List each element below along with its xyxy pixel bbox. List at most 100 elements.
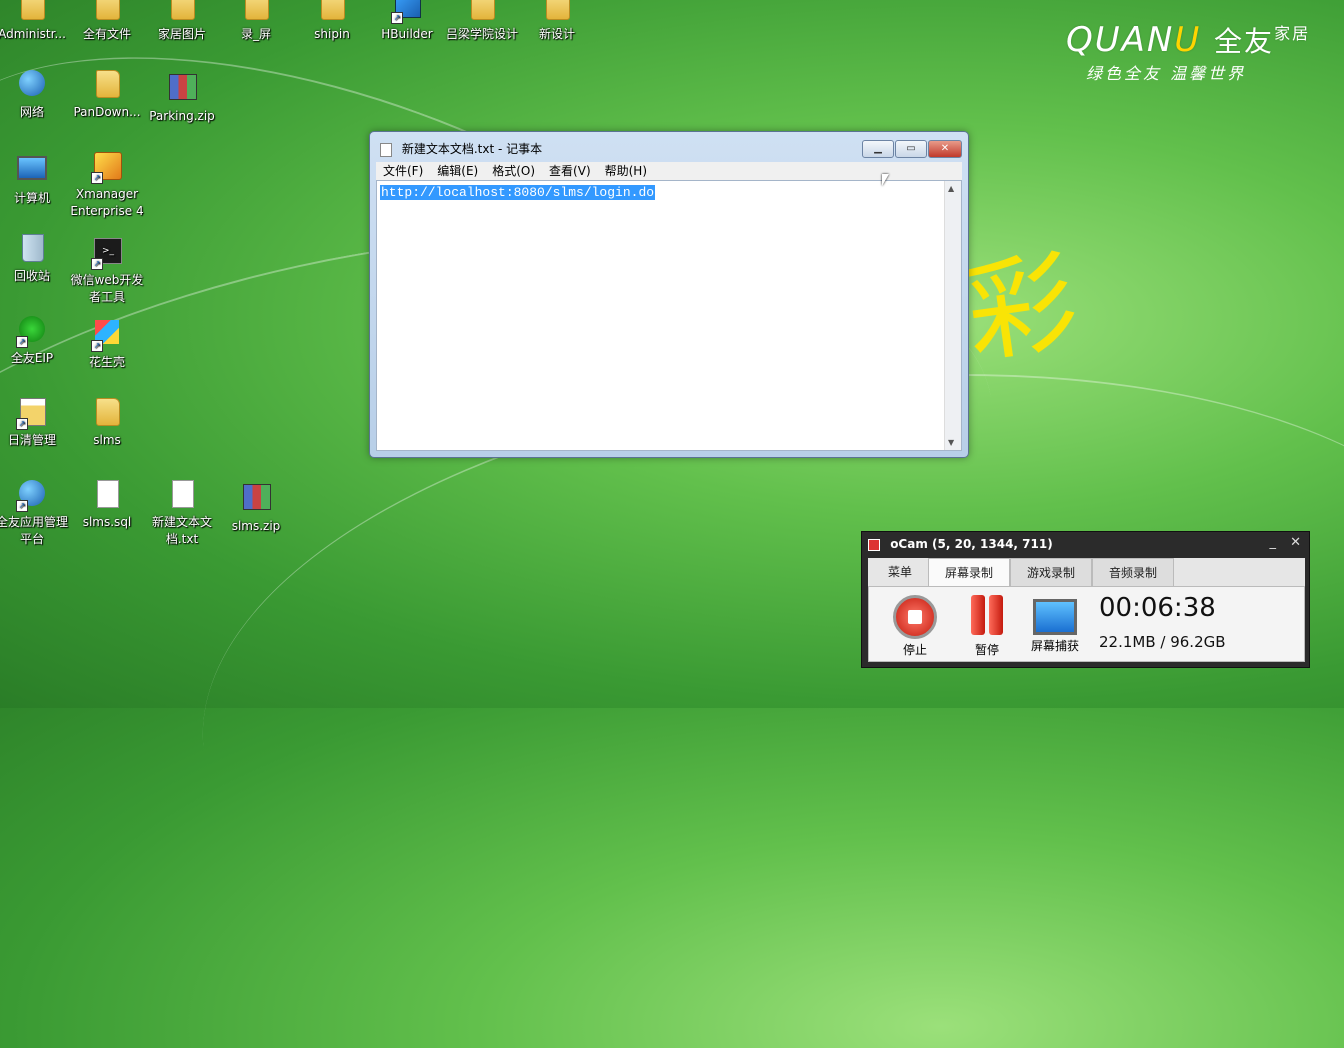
folder-icon bbox=[91, 70, 123, 102]
desktop-icon-new-text-doc[interactable]: 新建文本文档.txt bbox=[144, 480, 220, 548]
tab-menu[interactable]: 菜单 bbox=[872, 558, 928, 586]
desktop-icon-label: 新建文本文档.txt bbox=[151, 515, 212, 546]
ocam-window-controls: _ ✕ bbox=[1259, 535, 1301, 550]
desktop-icon-label: 录_屏 bbox=[240, 27, 271, 41]
desktop-icon-label: 全友EIP bbox=[10, 351, 54, 365]
desktop-icon-recycle-bin[interactable]: 回收站 bbox=[0, 234, 70, 285]
cube-icon: ↗ bbox=[91, 320, 123, 352]
window-controls: ▁ ▭ ✕ bbox=[862, 140, 962, 158]
desktop-icon-quanyou-eip[interactable]: ↗ 全友EIP bbox=[0, 316, 70, 367]
pause-button[interactable]: 暂停 bbox=[959, 595, 1015, 658]
desktop-icon-label: 日清管理 bbox=[7, 433, 56, 447]
network-icon bbox=[16, 70, 48, 102]
pause-icon bbox=[965, 595, 1009, 639]
stop-label: 停止 bbox=[902, 643, 927, 657]
notepad-icon bbox=[380, 142, 392, 157]
desktop-icon-label: 微信web开发者工具 bbox=[70, 273, 144, 304]
notepad-window[interactable]: 新建文本文档.txt - 记事本 ▁ ▭ ✕ 文件(F) 编辑(E) 格式(O)… bbox=[369, 131, 969, 458]
ocam-logo-icon bbox=[868, 538, 880, 551]
restore-icon: ▭ bbox=[906, 143, 916, 154]
desktop-icon-new-design[interactable]: 新设计 bbox=[519, 0, 595, 43]
desktop-icon-app-platform[interactable]: ↗ 全友应用管理平台 bbox=[0, 480, 70, 548]
scroll-down-icon[interactable]: ▼ bbox=[948, 438, 954, 447]
desktop-icon-quanyou-files[interactable]: 全有文件 bbox=[69, 0, 145, 43]
screen-capture-button[interactable]: 屏幕捕获 bbox=[1027, 595, 1083, 654]
computer-icon bbox=[16, 156, 48, 188]
pause-label: 暂停 bbox=[974, 643, 999, 657]
desktop-icon-label: 新设计 bbox=[538, 27, 575, 41]
menu-format[interactable]: 格式(O) bbox=[485, 162, 542, 180]
folder-icon bbox=[91, 398, 123, 430]
screen-capture-label: 屏幕捕获 bbox=[1030, 639, 1079, 653]
window-title-bar[interactable]: 新建文本文档.txt - 记事本 bbox=[380, 140, 542, 157]
wallpaper-calligraphy-icon: 彩 bbox=[958, 236, 1085, 379]
minimize-button[interactable]: ▁ bbox=[862, 140, 894, 158]
brand-logo-cn: 全友 bbox=[1214, 25, 1275, 58]
desktop-icon-screen-record[interactable]: 录_屏 bbox=[218, 0, 294, 43]
desktop-icon-label: slms.zip bbox=[231, 519, 281, 533]
winrar-icon bbox=[240, 484, 272, 516]
tab-audio-record[interactable]: 音频录制 bbox=[1092, 558, 1175, 586]
menu-file[interactable]: 文件(F) bbox=[376, 162, 430, 180]
desktop-icon-slms-zip[interactable]: slms.zip bbox=[218, 480, 294, 535]
menu-help[interactable]: 帮助(H) bbox=[598, 162, 654, 180]
brand-logo: QUANU 全友家居 绿色全友 温馨世界 bbox=[1066, 20, 1310, 84]
minimize-icon: ▁ bbox=[874, 143, 882, 154]
desktop-icon-slms-folder[interactable]: slms bbox=[69, 398, 145, 449]
desktop-icon-label: HBuilder bbox=[381, 27, 433, 41]
vertical-scrollbar[interactable]: ▲ ▼ bbox=[944, 181, 961, 450]
desktop-icon-hbuilder[interactable]: ↗ HBuilder bbox=[369, 0, 445, 43]
desktop-icon-pandown[interactable]: PanDown... bbox=[69, 70, 145, 121]
globe-icon: ↗ bbox=[16, 480, 48, 512]
desktop-icon-slms-sql[interactable]: slms.sql bbox=[69, 480, 145, 531]
brand-logo-latin: QUAN bbox=[1066, 20, 1175, 60]
ocam-title-bar[interactable]: oCam (5, 20, 1344, 711) bbox=[868, 537, 1053, 551]
desktop-icon-administrator[interactable]: Administr... bbox=[0, 0, 70, 43]
scroll-up-icon[interactable]: ▲ bbox=[948, 184, 954, 193]
close-button[interactable]: ✕ bbox=[928, 140, 962, 158]
winrar-icon bbox=[166, 74, 198, 106]
ocam-close-icon[interactable]: ✕ bbox=[1290, 535, 1301, 550]
desktop-icon-label: 计算机 bbox=[13, 191, 50, 205]
desktop-icon-label: 全有文件 bbox=[82, 27, 131, 41]
mouse-cursor-icon bbox=[882, 174, 889, 186]
xmanager-icon: ↗ bbox=[91, 152, 123, 184]
ocam-window[interactable]: oCam (5, 20, 1344, 711) _ ✕ 菜单 屏幕录制 游戏录制… bbox=[861, 531, 1310, 668]
desktop-icon-parking-zip[interactable]: Parking.zip bbox=[144, 70, 220, 125]
tab-screen-record[interactable]: 屏幕录制 bbox=[928, 558, 1011, 586]
desktop-icon-wechat-devtools[interactable]: >_ ↗ 微信web开发者工具 bbox=[69, 234, 145, 306]
close-icon: ✕ bbox=[940, 143, 950, 154]
desktop-icon-computer[interactable]: 计算机 bbox=[0, 152, 70, 207]
menu-edit[interactable]: 编辑(E) bbox=[430, 162, 485, 180]
desktop-icon-label: shipin bbox=[314, 27, 350, 41]
desktop-icon-label: PanDown... bbox=[73, 105, 141, 119]
menu-view[interactable]: 查看(V) bbox=[542, 162, 598, 180]
file-icon bbox=[91, 480, 123, 512]
ocam-minimize-icon[interactable]: _ bbox=[1269, 535, 1276, 550]
selected-text[interactable]: http://localhost:8080/slms/login.do bbox=[380, 185, 656, 200]
folder-icon bbox=[541, 0, 573, 24]
brand-slogan: 绿色全友 温馨世界 bbox=[1086, 64, 1247, 83]
desktop-icon-home-images[interactable]: 家居图片 bbox=[144, 0, 220, 43]
stop-icon bbox=[893, 595, 937, 639]
tree-icon: ↗ bbox=[16, 316, 48, 348]
tab-game-record[interactable]: 游戏录制 bbox=[1010, 558, 1093, 586]
maximize-button[interactable]: ▭ bbox=[895, 140, 927, 158]
recording-file-size: 22.1MB / 96.2GB bbox=[1099, 633, 1226, 651]
desktop-icon-label: Xmanager Enterprise 4 bbox=[70, 187, 144, 218]
folder-icon bbox=[466, 0, 498, 24]
desktop-icon-shipin[interactable]: shipin bbox=[294, 0, 370, 43]
text-editor-area[interactable]: http://localhost:8080/slms/login.do ▲ ▼ bbox=[376, 180, 962, 451]
monitor-icon bbox=[1033, 599, 1077, 635]
terminal-icon: >_ ↗ bbox=[91, 238, 123, 270]
desktop-icon-lvliang-design[interactable]: 吕梁学院设计 bbox=[444, 0, 520, 43]
recycle-bin-icon bbox=[16, 234, 48, 266]
desktop-icon-network[interactable]: 网络 bbox=[0, 70, 70, 121]
desktop-icon-daily-management[interactable]: ↗ 日清管理 bbox=[0, 398, 70, 449]
stop-button[interactable]: 停止 bbox=[887, 595, 943, 658]
folder-icon bbox=[91, 0, 123, 24]
desktop-icon-label: Parking.zip bbox=[149, 109, 215, 123]
desktop-icon-huashengke[interactable]: ↗ 花生壳 bbox=[69, 316, 145, 371]
desktop-icon-label: Administr... bbox=[0, 27, 66, 41]
desktop-icon-xmanager[interactable]: ↗ Xmanager Enterprise 4 bbox=[69, 152, 145, 220]
